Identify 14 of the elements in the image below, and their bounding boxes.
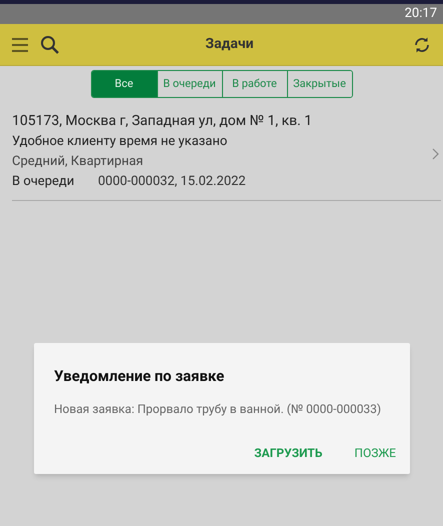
filter-tab[interactable]: Все — [92, 71, 156, 97]
dialog-button[interactable]: ЗАГРУЗИТЬ — [254, 444, 322, 462]
task-item[interactable]: 105173, Москва г, Западная ул, дом № 1, кв. 1 Удобное клиенту время не указано Средний, Квартирная В очереди 0000-000032, 15.02.2022 — [12, 106, 441, 201]
task-number-date: 0000-000032, 15.02.2022 — [98, 173, 246, 191]
dialog-title: Уведомление по заявке — [54, 366, 226, 387]
clock-time: 20:17 — [404, 5, 437, 24]
task-time-note: Удобное клиенту время не указано — [12, 133, 228, 151]
dialog-button[interactable]: ПОЗЖЕ — [354, 444, 396, 462]
screen-title: Задачи — [205, 35, 254, 54]
dialog-message: Новая заявка: Прорвало трубу в ванной. (№ 0000-000033) — [54, 400, 382, 418]
filter-tab[interactable]: Закрытые — [286, 71, 352, 97]
task-details: Средний, Квартирная — [12, 153, 144, 171]
task-address: 105173, Москва г, Западная ул, дом № 1, кв. 1 — [12, 112, 314, 131]
task-status: В очереди — [12, 173, 76, 191]
